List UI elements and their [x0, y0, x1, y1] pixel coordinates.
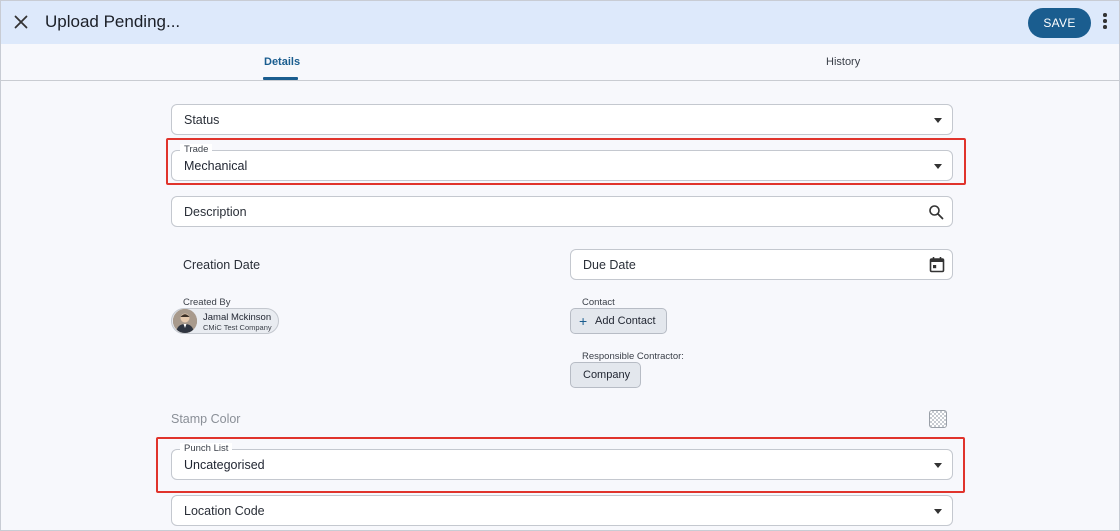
add-contact-label: Add Contact — [595, 315, 656, 327]
status-placeholder: Status — [184, 113, 220, 127]
responsible-contractor-label: Responsible Contractor: — [582, 351, 684, 362]
avatar — [173, 309, 197, 333]
more-options-icon[interactable] — [1100, 13, 1110, 33]
chevron-down-icon — [934, 463, 942, 468]
description-field[interactable]: Description — [171, 196, 953, 227]
due-date-field[interactable]: Due Date — [570, 249, 953, 280]
trade-select[interactable]: Trade Mechanical — [171, 144, 953, 181]
trade-value: Mechanical — [184, 159, 248, 173]
stamp-color-label: Stamp Color — [171, 412, 241, 426]
due-date-placeholder: Due Date — [583, 258, 636, 272]
creation-date-label: Creation Date — [183, 258, 261, 272]
calendar-icon[interactable] — [929, 256, 945, 273]
created-by-company: CMiC Test Company — [203, 323, 272, 332]
chevron-down-icon — [934, 509, 942, 514]
add-contact-button[interactable]: + Add Contact — [570, 308, 667, 334]
contact-label: Contact — [582, 297, 615, 308]
location-code-select[interactable]: Location Code — [171, 495, 953, 526]
chevron-down-icon — [934, 118, 942, 123]
tab-bar: Details History — [1, 44, 1119, 81]
company-button[interactable]: Company — [570, 362, 641, 388]
close-icon[interactable] — [11, 12, 31, 32]
active-tab-indicator — [263, 77, 298, 80]
punch-list-label: Punch List — [180, 443, 233, 454]
created-by-label: Created By — [183, 297, 231, 308]
created-by-user-chip: Jamal Mckinson CMiC Test Company — [171, 308, 279, 334]
description-placeholder: Description — [184, 205, 247, 219]
status-select[interactable]: Status — [171, 104, 953, 135]
stamp-color-swatch[interactable] — [929, 410, 947, 428]
chevron-down-icon — [934, 164, 942, 169]
tab-details[interactable]: Details — [264, 56, 300, 68]
created-by-name: Jamal Mckinson — [203, 312, 272, 323]
save-button[interactable]: SAVE — [1028, 8, 1091, 38]
punch-list-select[interactable]: Punch List Uncategorised — [171, 443, 953, 480]
company-button-label: Company — [583, 369, 631, 381]
trade-label: Trade — [180, 144, 213, 155]
page-title: Upload Pending... — [45, 12, 181, 31]
plus-icon: + — [579, 313, 588, 329]
punch-list-value: Uncategorised — [184, 458, 265, 472]
top-app-bar: Upload Pending... SAVE — [1, 1, 1119, 44]
location-code-placeholder: Location Code — [184, 504, 265, 518]
search-icon[interactable] — [928, 204, 944, 220]
tab-history[interactable]: History — [826, 56, 860, 68]
